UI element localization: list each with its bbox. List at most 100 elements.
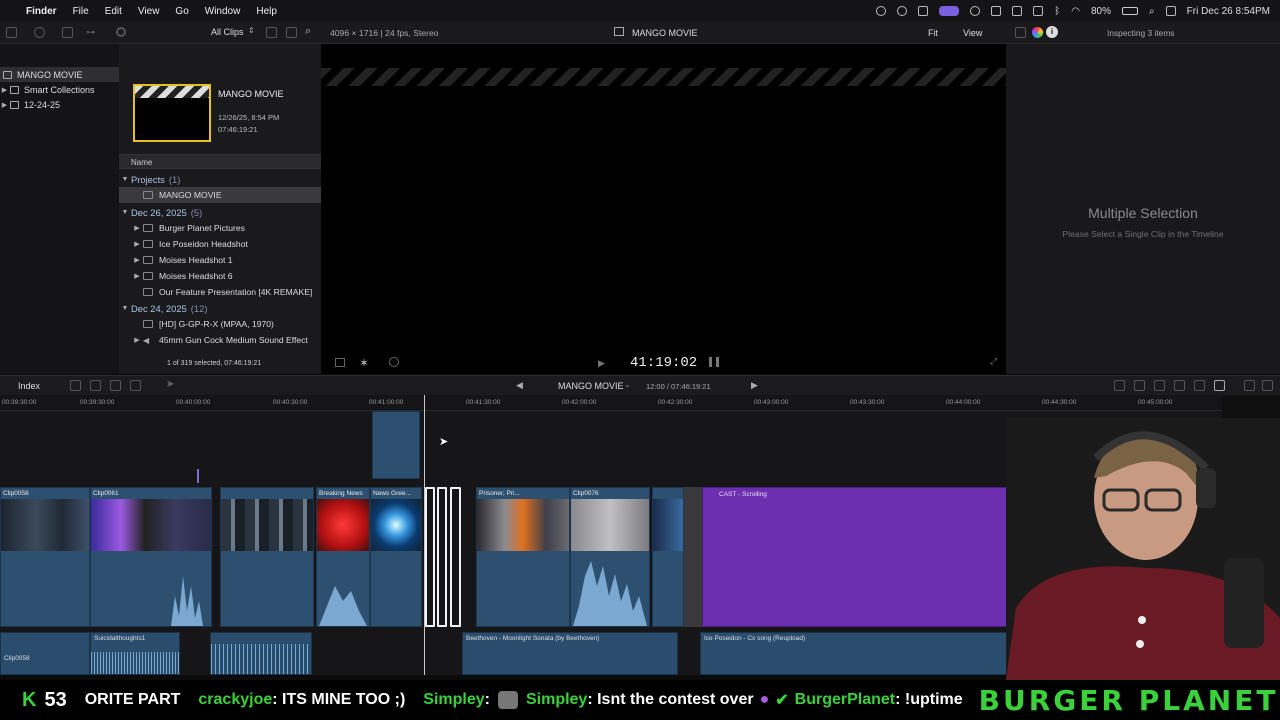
video-clip[interactable]: Clip0058 — [0, 487, 90, 627]
library-mango-movie[interactable]: MANGO MOVIE — [0, 67, 119, 82]
zoom-in-icon[interactable] — [1134, 380, 1145, 391]
append-clip-icon[interactable] — [110, 380, 121, 391]
group-dec-24[interactable]: ▼ Dec 24, 2025 (12) — [119, 300, 321, 316]
audio-meter-icon[interactable] — [709, 357, 719, 367]
bluetooth-icon[interactable]: ᛒ — [1054, 6, 1060, 17]
video-clip[interactable]: Breaking News — [316, 487, 370, 627]
column-header[interactable]: Name — [119, 154, 321, 169]
search-icon[interactable]: ⌕ — [305, 25, 311, 38]
skimming-icon[interactable] — [1154, 380, 1165, 391]
marker[interactable] — [197, 469, 199, 483]
display-icon[interactable] — [1033, 6, 1044, 16]
clip-row[interactable]: [HD] G-GP-R-X (MPAA, 1970) — [119, 316, 321, 332]
disclosure-triangle-icon[interactable]: ▶ — [131, 272, 143, 280]
clip-row[interactable]: ▶ Moises Headshot 6 — [119, 268, 321, 284]
clip-row[interactable]: ▶ Ice Poseidon Headshot — [119, 236, 321, 252]
clip-row[interactable]: Our Feature Presentation [4K REMAKE] — [119, 284, 321, 300]
column-header-name[interactable]: Name — [131, 158, 152, 167]
info-icon[interactable]: i — [1046, 26, 1058, 38]
clip-appearance-icon[interactable] — [286, 27, 297, 38]
connected-clip[interactable] — [372, 411, 420, 479]
menu-window[interactable]: Window — [205, 6, 241, 17]
sidebar-item-12-24-25[interactable]: ▶ 12-24-25 — [0, 97, 119, 112]
effects-browser-icon[interactable] — [1244, 380, 1255, 391]
insert-clip-icon[interactable] — [90, 380, 101, 391]
menu-app-finder[interactable]: Finder — [26, 6, 57, 17]
video-clip[interactable]: News Gree... — [370, 487, 422, 627]
volume-icon[interactable] — [991, 6, 1002, 16]
snapping-icon[interactable] — [1194, 380, 1205, 391]
audio-clip[interactable] — [210, 632, 312, 675]
selected-clip[interactable] — [450, 487, 461, 627]
disclosure-triangle-icon[interactable]: ▶ — [131, 240, 143, 248]
gap-clip[interactable] — [684, 487, 702, 627]
disclosure-triangle-icon[interactable]: ▶ — [0, 101, 9, 109]
enhance-wand-icon[interactable]: ✶ — [359, 356, 369, 370]
clip-row[interactable]: ▶ ◀ 45mm Gun Cock Medium Sound Effect — [119, 332, 321, 348]
video-clip[interactable] — [652, 487, 684, 627]
battery-icon[interactable] — [1122, 7, 1139, 15]
menu-go[interactable]: Go — [175, 6, 188, 17]
zoom-out-icon[interactable] — [1114, 380, 1125, 391]
select-tool-icon[interactable]: ➤ — [166, 379, 174, 390]
view-menu[interactable]: View — [963, 28, 982, 38]
video-clip[interactable]: Prisoner, Pri... — [476, 487, 570, 627]
menu-edit[interactable]: Edit — [105, 6, 122, 17]
screen-record-icon[interactable] — [939, 6, 960, 16]
headphones-icon[interactable] — [1174, 380, 1185, 391]
transform-icon[interactable] — [335, 358, 345, 367]
clip-row[interactable]: ▶ Burger Planet Pictures — [119, 220, 321, 236]
menu-view[interactable]: View — [138, 6, 160, 17]
disclosure-triangle-icon[interactable]: ▶ — [0, 86, 9, 94]
disclosure-triangle-icon[interactable]: ▶ — [131, 224, 143, 232]
audio-clip[interactable]: Ice Poseidon - Cx song (Reupload) — [700, 632, 1022, 675]
playhead[interactable] — [424, 395, 425, 675]
transitions-browser-icon[interactable] — [1262, 380, 1273, 391]
timeline-ruler[interactable]: 00:39:30:00 00:39:30:00 00:40:00:00 00:4… — [0, 395, 1222, 411]
extension-icon[interactable] — [918, 6, 929, 16]
key-icon[interactable]: ⊶ — [86, 27, 95, 38]
forward-arrow-icon[interactable]: ▶ — [751, 380, 758, 391]
overwrite-clip-icon[interactable] — [130, 380, 141, 391]
selected-clip[interactable] — [437, 487, 447, 627]
index-button[interactable]: Index — [18, 381, 40, 391]
speed-icon[interactable] — [389, 357, 399, 367]
chevron-updown-icon[interactable]: ⇕ — [248, 26, 255, 35]
disclosure-open-icon[interactable]: ▼ — [119, 305, 131, 312]
zoom-fit-menu[interactable]: Fit — [928, 28, 938, 38]
connect-clip-icon[interactable] — [70, 380, 81, 391]
control-center-icon[interactable] — [1165, 6, 1176, 16]
color-icon[interactable] — [1032, 27, 1043, 38]
video-clip[interactable]: Clip0076 — [570, 487, 650, 627]
clip-filter[interactable]: All Clips — [211, 27, 244, 37]
disclosure-triangle-icon[interactable]: ▶ — [131, 256, 143, 264]
clip-row[interactable]: ▶ Moises Headshot 1 — [119, 252, 321, 268]
battery-percent[interactable]: 80% — [1091, 6, 1111, 17]
menu-file[interactable]: File — [73, 6, 89, 17]
fullscreen-icon[interactable]: ⤢ — [990, 356, 997, 367]
play-icon[interactable] — [970, 6, 981, 16]
inspector-video-icon[interactable] — [1015, 27, 1026, 38]
status-circle-icon[interactable] — [876, 6, 887, 16]
disclosure-triangle-icon[interactable]: ▶ — [131, 336, 143, 344]
list-view-icon[interactable] — [266, 27, 277, 38]
group-projects[interactable]: ▼ Projects (1) — [119, 171, 321, 187]
project-thumbnail[interactable] — [133, 84, 211, 142]
timeline-project-name[interactable]: MANGO MOVIE — [558, 381, 624, 391]
back-arrow-icon[interactable]: ◀ — [516, 380, 523, 391]
disclosure-open-icon[interactable]: ▼ — [119, 176, 131, 183]
group-dec-26[interactable]: ▼ Dec 26, 2025 (5) — [119, 204, 321, 220]
clock[interactable]: Fri Dec 26 8:54PM — [1187, 6, 1270, 17]
window-icon[interactable] — [1012, 6, 1023, 16]
audio-clip[interactable]: Beethoven - Moonlight Sonata (by Beethov… — [462, 632, 678, 675]
titles-icon[interactable] — [62, 27, 73, 38]
menu-help[interactable]: Help — [256, 6, 277, 17]
library-icon[interactable] — [6, 27, 17, 38]
selected-clip[interactable] — [425, 487, 435, 627]
disclosure-open-icon[interactable]: ▼ — [119, 209, 131, 216]
chevron-down-icon[interactable]: ⌄ — [624, 380, 631, 389]
video-clip[interactable] — [220, 487, 314, 627]
globe-icon[interactable] — [897, 6, 908, 16]
viewer-timecode[interactable]: 41:19:02 — [630, 355, 697, 371]
photos-icon[interactable] — [34, 27, 45, 38]
